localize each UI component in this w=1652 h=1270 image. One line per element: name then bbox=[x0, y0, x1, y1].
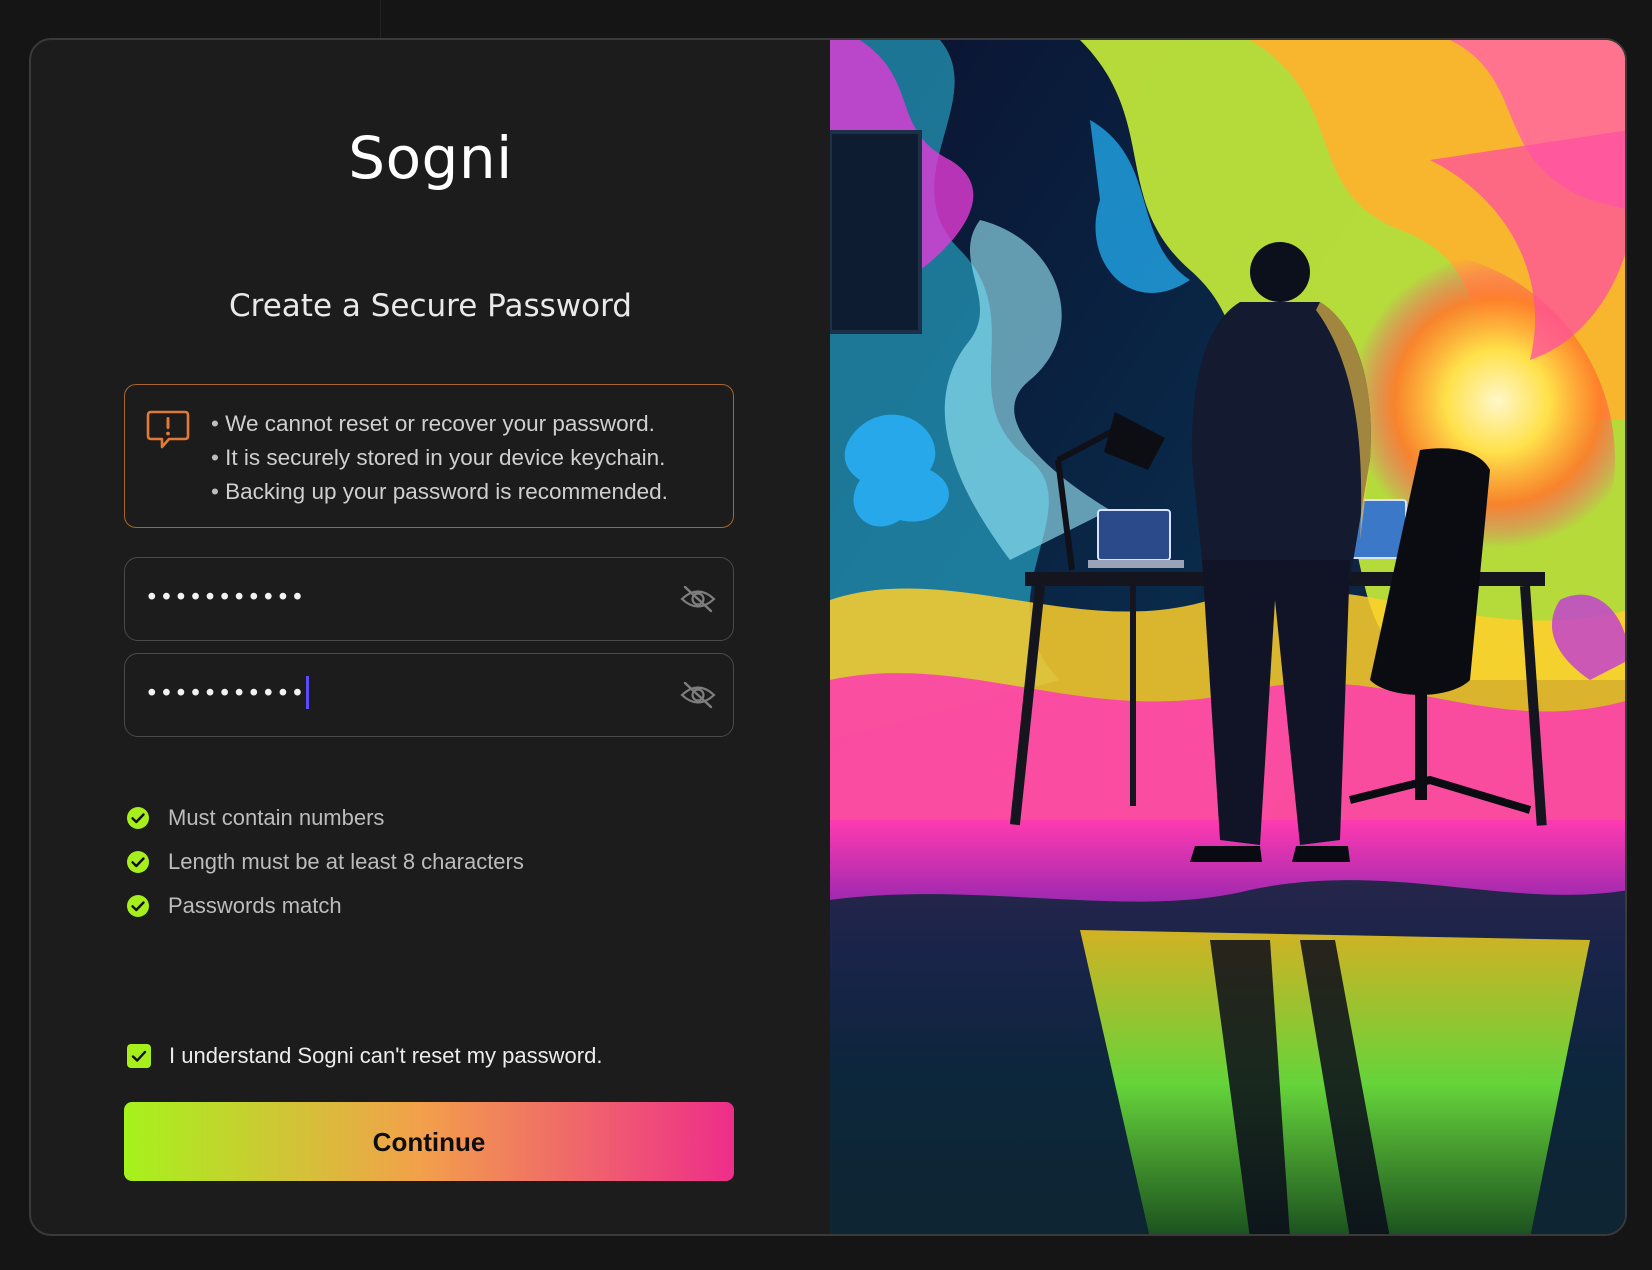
notice-item: Backing up your password is recommended. bbox=[211, 475, 668, 509]
password-input[interactable]: ••••••••••• bbox=[124, 557, 734, 641]
password-form-panel: Sogni Create a Secure Password We cannot… bbox=[31, 40, 830, 1234]
text-caret bbox=[306, 676, 310, 709]
requirement-label: Length must be at least 8 characters bbox=[168, 849, 524, 874]
alert-speech-bubble-icon bbox=[145, 409, 191, 453]
acknowledgement-checkbox[interactable] bbox=[127, 1044, 151, 1068]
requirement-label: Must contain numbers bbox=[168, 805, 385, 830]
page-title: Create a Secure Password bbox=[229, 288, 632, 324]
app-logo: Sogni bbox=[348, 124, 513, 192]
requirement-label: Passwords match bbox=[168, 893, 342, 918]
confirm-password-input[interactable]: ••••••••••• bbox=[124, 653, 734, 737]
background-divider bbox=[380, 0, 381, 38]
check-circle-icon bbox=[126, 806, 150, 830]
eye-slash-icon[interactable] bbox=[679, 680, 717, 710]
acknowledgement-label[interactable]: I understand Sogni can't reset my passwo… bbox=[169, 1043, 602, 1069]
notice-list: We cannot reset or recover your password… bbox=[211, 407, 668, 509]
password-value: ••••••••••• bbox=[145, 585, 306, 611]
password-warning-notice: We cannot reset or recover your password… bbox=[124, 384, 734, 528]
check-circle-icon bbox=[126, 894, 150, 918]
check-circle-icon bbox=[126, 850, 150, 874]
neon-studio-illustration bbox=[830, 40, 1625, 1234]
hero-artwork bbox=[830, 40, 1625, 1234]
notice-item: It is securely stored in your device key… bbox=[211, 441, 668, 475]
eye-slash-icon[interactable] bbox=[679, 584, 717, 614]
confirm-password-value: ••••••••••• bbox=[145, 676, 310, 709]
signup-window: Sogni Create a Secure Password We cannot… bbox=[29, 38, 1627, 1236]
continue-button[interactable]: Continue bbox=[124, 1102, 734, 1181]
notice-item: We cannot reset or recover your password… bbox=[211, 407, 668, 441]
